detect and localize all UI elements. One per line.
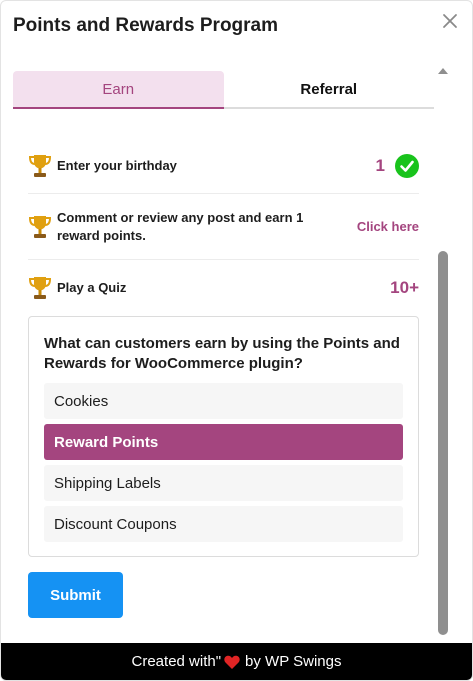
footer-suffix[interactable]: by WP Swings <box>245 653 341 670</box>
earn-item-birthday: Enter your birthday 1 <box>28 138 419 194</box>
quiz-question: What can customers earn by using the Poi… <box>44 335 400 372</box>
tab-referral[interactable]: Referral <box>224 71 435 107</box>
heart-icon <box>224 655 240 669</box>
scrollbar-thumb[interactable] <box>438 251 448 635</box>
points-value: 10+ <box>390 277 419 297</box>
quiz-option-shipping-labels[interactable]: Shipping Labels <box>44 465 403 501</box>
close-icon <box>443 14 457 28</box>
quiz-card: What can customers earn by using the Poi… <box>28 316 419 557</box>
earn-item-comment: Comment or review any post and earn 1 re… <box>28 194 419 260</box>
submit-button[interactable]: Submit <box>28 572 123 618</box>
earn-item-label: Play a Quiz <box>57 279 127 295</box>
panel-title: Points and Rewards Program <box>13 15 279 36</box>
tab-bar: Earn Referral <box>13 71 434 109</box>
check-circle-icon <box>395 153 419 178</box>
quiz-option-discount-coupons[interactable]: Discount Coupons <box>44 506 403 542</box>
scroll-up-icon[interactable] <box>437 65 449 77</box>
close-button[interactable] <box>440 11 460 31</box>
earn-item-label: Comment or review any post and earn 1 re… <box>57 209 304 243</box>
tab-earn[interactable]: Earn <box>13 71 224 109</box>
earn-item-quiz: Play a Quiz 10+ <box>28 260 419 315</box>
quiz-option-cookies[interactable]: Cookies <box>44 383 403 419</box>
trophy-icon <box>28 276 52 299</box>
footer-credit: Created with" by WP Swings <box>1 643 472 680</box>
footer-prefix: Created with" <box>131 653 222 670</box>
quiz-option-reward-points[interactable]: Reward Points <box>44 424 403 460</box>
points-value: 1 <box>375 155 385 175</box>
earn-item-label: Enter your birthday <box>57 157 177 173</box>
rewards-panel: Points and Rewards Program Earn Referral… <box>0 0 473 681</box>
click-here-link[interactable]: Click here <box>357 219 419 234</box>
trophy-icon <box>28 154 52 177</box>
trophy-icon <box>28 215 52 238</box>
